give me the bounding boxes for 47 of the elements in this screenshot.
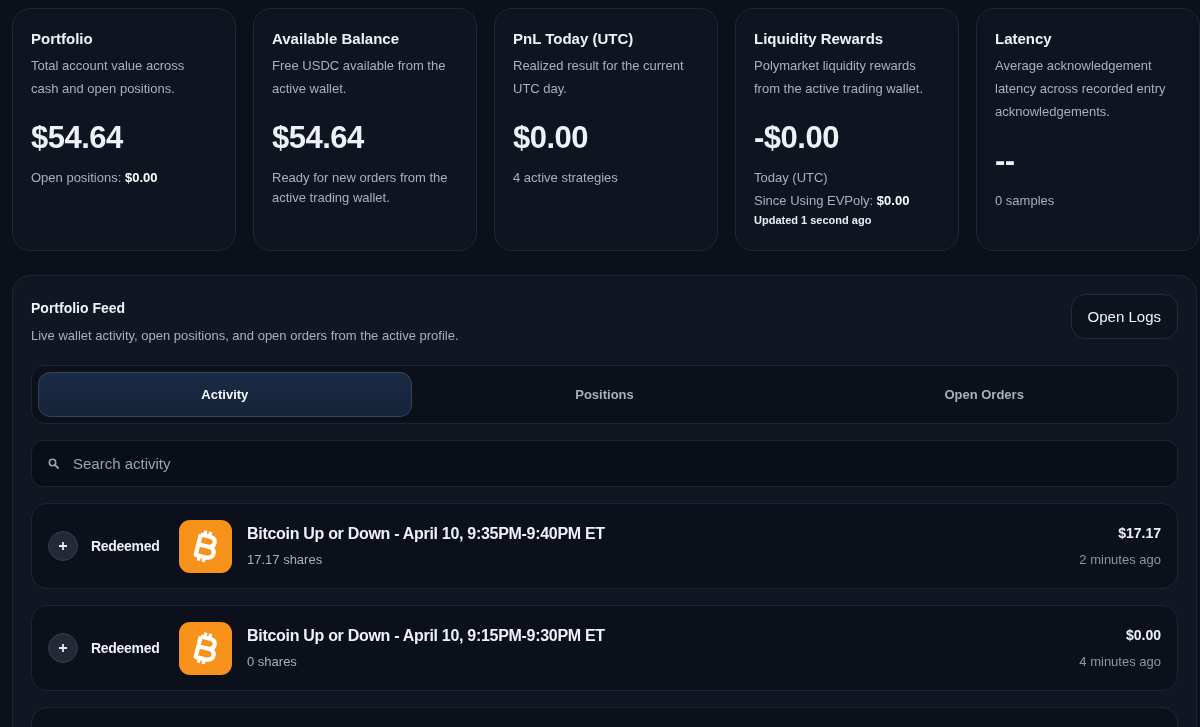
card-value: -$0.00 [754,120,840,156]
card-description: Total account value across cash and open positions. [31,57,186,98]
card-title: Available Balance [272,30,400,47]
plus-icon [58,541,68,551]
card-note: 4 active strategies [513,169,619,187]
market-title: Bitcoin Up or Down - April 10, 9:15PM-9:30PM ET [247,627,606,645]
tab[interactable]: Activity [38,372,412,417]
card-value: -- [995,143,1016,179]
plus-icon [58,643,68,653]
activity-row[interactable]: Redeemed Bitcoin Up or Down - April 10, 9:15PM-9:30PM ET 0 shares $0.00 4 minutes ago [31,605,1178,691]
expand-button[interactable] [48,633,78,663]
card-description: Realized result for the current UTC day. [513,57,685,98]
timestamp: 4 minutes ago [1079,654,1161,669]
action-label: Redeemed [91,640,161,656]
card-note: Ready for new orders from the active trading wallet. [272,169,449,207]
card-value: $0.00 [513,120,590,156]
card-value: $54.64 [31,120,124,156]
market-title: Bitcoin Up or Down - April 10, 9:35PM-9:40PM ET [247,525,606,543]
tab[interactable]: Open Orders [797,372,1171,417]
feed-title: Portfolio Feed [31,300,127,316]
card-title: PnL Today (UTC) [513,30,635,47]
card-value: $54.64 [272,120,365,156]
search-field[interactable]: Search activity [31,440,1178,487]
expand-button[interactable] [48,531,78,561]
card-note: Open positions: $0.00 [31,169,159,187]
card-description: Average acknowledgement latency across recorded entry acknowledgements. [995,57,1167,121]
activity-row[interactable]: Redeemed Bitcoin Up or Down - April 10, 9:35PM-9:40PM ET 17.17 shares $17.17 2 minutes ago [31,503,1178,589]
bitcoin-icon [179,519,232,573]
card-note: Since Using EVPoly: $0.00 [754,192,911,210]
card-note: Today (UTC) [754,169,829,187]
share-count: 17.17 shares [247,552,324,567]
card-title: Liquidity Rewards [754,30,885,47]
updated-note: Updated 1 second ago [754,214,873,226]
open-logs-button[interactable]: Open Logs [1070,294,1178,339]
card-description: Free USDC available from the active wallet. [272,57,447,98]
card-title: Latency [995,30,1053,47]
card-title: Portfolio [31,30,94,47]
share-count: 0 shares [247,654,298,669]
timestamp: 2 minutes ago [1079,552,1161,567]
amount: $17.17 [1117,525,1161,541]
tab[interactable]: Positions [417,372,792,417]
card-description: Polymarket liquidity rewards from the active trading wallet. [754,57,925,98]
amount: $0.00 [1124,627,1161,643]
feed-description: Live wallet activity, open positions, and open orders from the active profile. [31,328,459,343]
bitcoin-icon [179,621,232,675]
action-label: Redeemed [91,538,161,554]
card-note: 0 samples [995,192,1056,210]
